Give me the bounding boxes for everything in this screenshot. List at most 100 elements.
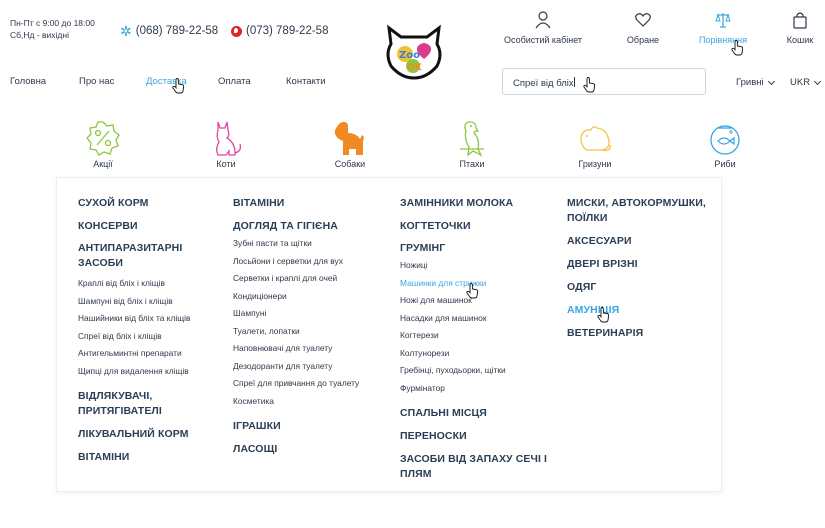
cursor-hand-icon (731, 40, 744, 56)
language-select[interactable]: UKR (790, 77, 822, 88)
category-cats[interactable]: Коти (186, 119, 266, 169)
category-label: Собаки (334, 159, 366, 169)
menu-heading-bowls[interactable]: МИСКИ, АВТОКОРМУШКИ, ПОЇЛКИ (567, 196, 717, 226)
cart-label: Кошик (786, 35, 814, 45)
menu-heading-clothes[interactable]: ОДЯГ (567, 280, 717, 295)
category-fish[interactable]: Риби (685, 119, 765, 169)
menu-column-4: МИСКИ, АВТОКОРМУШКИ, ПОЇЛКИ АКСЕСУАРИ ДВ… (567, 196, 717, 341)
phone-vodafone-number: (073) 789-22-58 (246, 25, 329, 37)
cursor-hand-icon (466, 283, 479, 299)
working-hours-weekdays: Пн-Пт с 9:00 до 18:00 (10, 18, 95, 28)
menu-heading-antiparasitic[interactable]: АНТИПАРАЗИТАРНІ ЗАСОБИ (78, 241, 228, 271)
logo[interactable]: Zoo OK (383, 24, 445, 80)
menu-heading-care[interactable]: ДОГЛЯД ТА ГІГІЄНА (233, 219, 393, 234)
menu-heading-odor[interactable]: ЗАСОБИ ВІД ЗАПАХУ СЕЧІ І ПЛЯМ (400, 452, 560, 482)
menu-item[interactable]: Косметика (233, 393, 393, 411)
category-promo[interactable]: Акції (63, 119, 143, 169)
menu-heading-grooming[interactable]: ГРУМІНГ (400, 241, 560, 256)
menu-item[interactable]: Кондиціонери (233, 288, 393, 306)
working-hours-weekend: Сб,Нд - вихідні (10, 30, 69, 40)
menu-item[interactable]: Шампуні від бліх і кліщів (78, 293, 228, 311)
menu-heading-beds[interactable]: СПАЛЬНІ МІСЦЯ (400, 406, 560, 421)
menu-sublist: Ножиці Машинки для стрижки Ножі для маши… (400, 257, 560, 397)
menu-item[interactable]: Зубні пасти та щітки (233, 235, 393, 253)
menu-item[interactable]: Спреї від бліх і кліщів (78, 328, 228, 346)
menu-item[interactable]: Серветки і краплі для очей (233, 270, 393, 288)
search-input[interactable]: Спреї від бліх (502, 68, 706, 95)
menu-heading-vitamins[interactable]: ВІТАМІНИ (78, 450, 228, 465)
menu-sublist: Зубні пасти та щітки Лосьйони і серветки… (233, 235, 393, 410)
menu-item[interactable]: Ножі для машинок (400, 292, 560, 310)
account-label: Особистий кабінет (503, 35, 583, 45)
shopping-bag-icon (793, 12, 807, 29)
kyivstar-icon: ✲ (120, 22, 132, 39)
menu-column-1: СУХОЙ КОРМ КОНСЕРВИ АНТИПАРАЗИТАРНІ ЗАСО… (78, 196, 228, 465)
menu-item[interactable]: Нашийники від бліх та кліщів (78, 310, 228, 328)
menu-heading-ammo[interactable]: АМУНІЦІЯ (567, 303, 717, 318)
menu-heading-milk[interactable]: ЗАМІННИКИ МОЛОКА (400, 196, 560, 211)
percent-badge-icon (86, 121, 120, 156)
chevron-down-icon (814, 77, 822, 85)
currency-select[interactable]: Гривні (736, 77, 775, 88)
cat-icon (216, 121, 242, 156)
parrot-icon (460, 121, 484, 157)
scales-icon (715, 13, 731, 28)
menu-item[interactable]: Щипці для видалення кліщів (78, 363, 228, 381)
menu-item-hovered[interactable]: Машинки для стрижки (400, 275, 560, 293)
menu-item[interactable]: Наповнювачі для туалету (233, 340, 393, 358)
menu-heading-doors[interactable]: ДВЕРІ ВРІЗНІ (567, 257, 717, 272)
currency-value: Гривні (736, 77, 764, 88)
phone-vodafone[interactable]: (073) 789-22-58 (231, 25, 328, 37)
menu-item[interactable]: Шампуні (233, 305, 393, 323)
menu-heading-treats[interactable]: ЛАСОЩІ (233, 442, 393, 457)
nav-payment[interactable]: Оплата (218, 76, 251, 87)
mega-menu: СУХОЙ КОРМ КОНСЕРВИ АНТИПАРАЗИТАРНІ ЗАСО… (56, 177, 722, 492)
category-label: Птахи (459, 159, 485, 169)
category-birds[interactable]: Птахи (432, 119, 512, 169)
nav-about[interactable]: Про нас (79, 76, 114, 87)
working-hours: Пн-Пт с 9:00 до 18:00 Сб,Нд - вихідні (10, 17, 95, 41)
menu-heading-canned[interactable]: КОНСЕРВИ (78, 219, 228, 234)
heart-icon (635, 13, 651, 27)
menu-item[interactable]: Гребінці, пуходьорки, щітки (400, 362, 560, 380)
menu-item[interactable]: Антигельминтні препарати (78, 345, 228, 363)
user-icon (535, 11, 551, 29)
nav-home[interactable]: Головна (10, 76, 46, 87)
menu-heading-accessories[interactable]: АКСЕСУАРИ (567, 234, 717, 249)
favorites-button[interactable]: Обране (620, 11, 666, 45)
menu-item[interactable]: Дезодоранти для туалету (233, 358, 393, 376)
cart-button[interactable]: Кошик (783, 11, 817, 45)
chevron-down-icon (767, 77, 775, 85)
category-label: Гризуни (578, 159, 612, 169)
menu-heading-repellents[interactable]: ВІДЛЯКУВАЧІ, ПРИТЯГІВАТЕЛІ (78, 389, 228, 419)
menu-item[interactable]: Ножиці (400, 257, 560, 275)
menu-item[interactable]: Когтерези (400, 327, 560, 345)
category-label: Риби (714, 159, 736, 169)
menu-item[interactable]: Спреї для привчання до туалету (233, 375, 393, 393)
menu-item[interactable]: Лосьйони і серветки для вух (233, 253, 393, 271)
menu-item[interactable]: Насадки для машинок (400, 310, 560, 328)
phone-kyivstar[interactable]: ✲ (068) 789-22-58 (120, 22, 219, 39)
menu-item[interactable]: Туалети, лопатки (233, 323, 393, 341)
menu-heading-carriers[interactable]: ПЕРЕНОСКИ (400, 429, 560, 444)
phone-kyivstar-number: (068) 789-22-58 (135, 25, 219, 37)
category-dogs[interactable]: Собаки (310, 119, 390, 169)
category-rodents[interactable]: Гризуни (555, 119, 635, 169)
menu-heading-medical-food[interactable]: ЛІКУВАЛЬНИЙ КОРМ (78, 427, 228, 442)
svg-text:OK: OK (407, 63, 423, 73)
menu-heading-dry-food[interactable]: СУХОЙ КОРМ (78, 196, 228, 211)
svg-text:Zoo: Zoo (399, 50, 420, 61)
nav-contacts[interactable]: Контакти (286, 76, 326, 87)
aquarium-icon (710, 125, 740, 155)
menu-item[interactable]: Фурмінатор (400, 380, 560, 398)
account-button[interactable]: Особистий кабінет (502, 11, 584, 45)
menu-heading-vet[interactable]: ВЕТЕРИНАРІЯ (567, 326, 717, 341)
search-input-value: Спреї від бліх (513, 78, 574, 89)
menu-item[interactable]: Колтунорези (400, 345, 560, 363)
menu-sublist: Краплі від бліх і кліщів Шампуні від блі… (78, 275, 228, 380)
menu-item[interactable]: Краплі від бліх і кліщів (78, 275, 228, 293)
menu-heading-toys[interactable]: ІГРАШКИ (233, 419, 393, 434)
menu-heading-scratchers[interactable]: КОГТЕТОЧКИ (400, 219, 560, 234)
menu-heading-vitamins[interactable]: ВІТАМІНИ (233, 196, 393, 211)
category-label: Коти (216, 159, 236, 169)
